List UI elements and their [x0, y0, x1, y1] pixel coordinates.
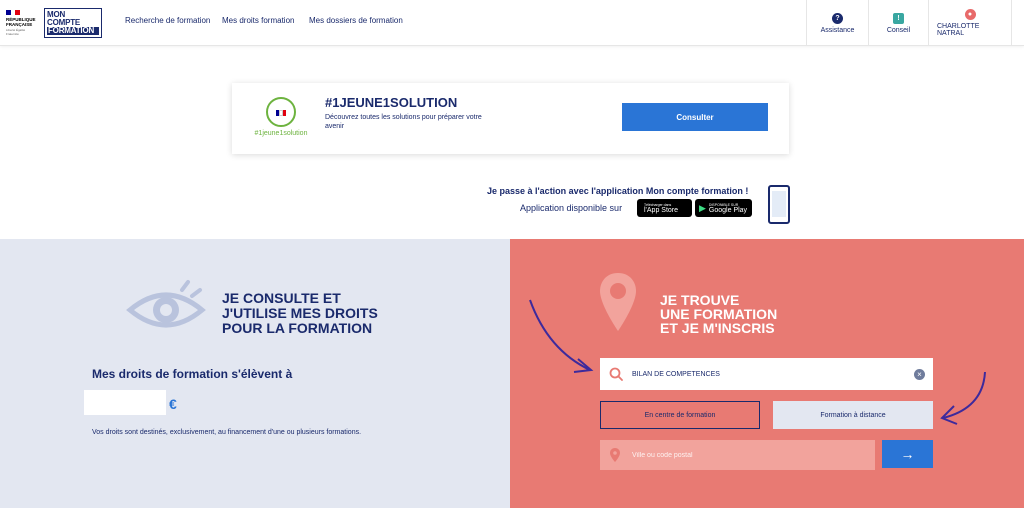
french-flag-icon [6, 10, 21, 15]
assistance-label: Assistance [820, 26, 855, 34]
training-search-input[interactable] [632, 367, 902, 381]
user-name: CHARLOTTE NATRAL [937, 23, 980, 37]
search-heading-line2: UNE FORMATION [660, 306, 778, 322]
eye-icon [126, 280, 206, 328]
search-icon [609, 367, 623, 381]
clear-search-icon[interactable]: × [914, 369, 925, 380]
republique-francaise-logo[interactable]: RÉPUBLIQUE FRANÇAISE Liberté Égalité Fra… [6, 10, 36, 36]
france-relance-logo: #1jeune1solution [248, 97, 314, 137]
search-heading-line3: ET JE M'INSCRIS [660, 320, 775, 336]
option-en-centre[interactable]: En centre de formation [600, 401, 760, 429]
rights-heading: JE CONSULTE ET J'UTILISE MES DROITS POUR… [222, 291, 378, 336]
rights-heading-line2: J'UTILISE MES DROITS [222, 305, 378, 321]
search-submit-button[interactable]: → [882, 440, 933, 468]
promo-logo-tag: #1jeune1solution [254, 130, 308, 137]
annotation-arrow-left [529, 299, 594, 373]
nav-recherche-formation[interactable]: Recherche de formation [125, 16, 210, 25]
app-store-badge[interactable]: Télécharger dans l'App Store [637, 199, 692, 217]
google-play-badge[interactable]: ▶ DISPONIBLE SUR Google Play [695, 199, 752, 217]
googleplay-big-text: Google Play [708, 207, 748, 214]
annotation-arrow-right [940, 371, 986, 425]
gov-logo-motto: Liberté Égalité Fraternité [6, 28, 26, 36]
search-heading: JE TROUVE UNE FORMATION ET JE M'INSCRIS [660, 293, 777, 335]
france-relance-badge-icon [266, 97, 296, 127]
help-icon: ? [832, 12, 843, 24]
search-heading-line1: JE TROUVE [660, 292, 740, 308]
top-header: RÉPUBLIQUE FRANÇAISE Liberté Égalité Fra… [0, 0, 1024, 46]
assistance-button[interactable]: ? Assistance [806, 0, 868, 46]
rights-heading-line1: JE CONSULTE ET [222, 290, 341, 306]
nav-mes-dossiers-formation[interactable]: Mes dossiers de formation [309, 16, 403, 25]
location-marker-icon [610, 448, 620, 462]
conseil-button[interactable]: ! Conseil [868, 0, 928, 46]
appstore-big-text: l'App Store [644, 207, 679, 214]
option-a-distance[interactable]: Formation à distance [773, 401, 933, 429]
google-play-icon: ▶ [699, 202, 706, 213]
brand-line3: FORMATION [47, 27, 99, 35]
header-actions: ? Assistance ! Conseil ● CHARLOTTE NATRA… [806, 0, 1012, 46]
training-search-box: × [600, 358, 933, 390]
nav-mes-droits-formation[interactable]: Mes droits formation [222, 16, 294, 25]
phone-icon [768, 185, 790, 224]
location-pin-icon [600, 273, 636, 331]
gov-logo-line2: FRANÇAISE [6, 22, 33, 27]
rights-amount-value [84, 390, 166, 415]
rights-note: Vos droits sont destinés, exclusivement,… [92, 429, 362, 436]
app-promo-text: Je passe à l'action avec l'application M… [487, 186, 749, 196]
city-input[interactable] [632, 448, 852, 462]
user-account-button[interactable]: ● CHARLOTTE NATRAL [928, 0, 1012, 46]
rights-amount-title: Mes droits de formation s'élèvent à [92, 367, 293, 381]
currency-symbol: € [169, 396, 177, 412]
conseil-label: Conseil [886, 26, 911, 34]
promo-title: #1JEUNE1SOLUTION [325, 95, 458, 110]
promo-card: #1jeune1solution #1JEUNE1SOLUTION Découv… [232, 83, 789, 154]
consulter-button[interactable]: Consulter [622, 103, 768, 131]
city-search-box [600, 440, 875, 470]
chat-bubble-icon: ! [893, 12, 904, 24]
rights-heading-line3: POUR LA FORMATION [222, 320, 373, 336]
app-availability-text: Application disponible sur [520, 203, 623, 213]
mon-compte-formation-logo[interactable]: MON COMPTE FORMATION [44, 8, 102, 38]
user-icon: ● [964, 9, 976, 20]
promo-description: Découvrez toutes les solutions pour prép… [325, 114, 482, 130]
